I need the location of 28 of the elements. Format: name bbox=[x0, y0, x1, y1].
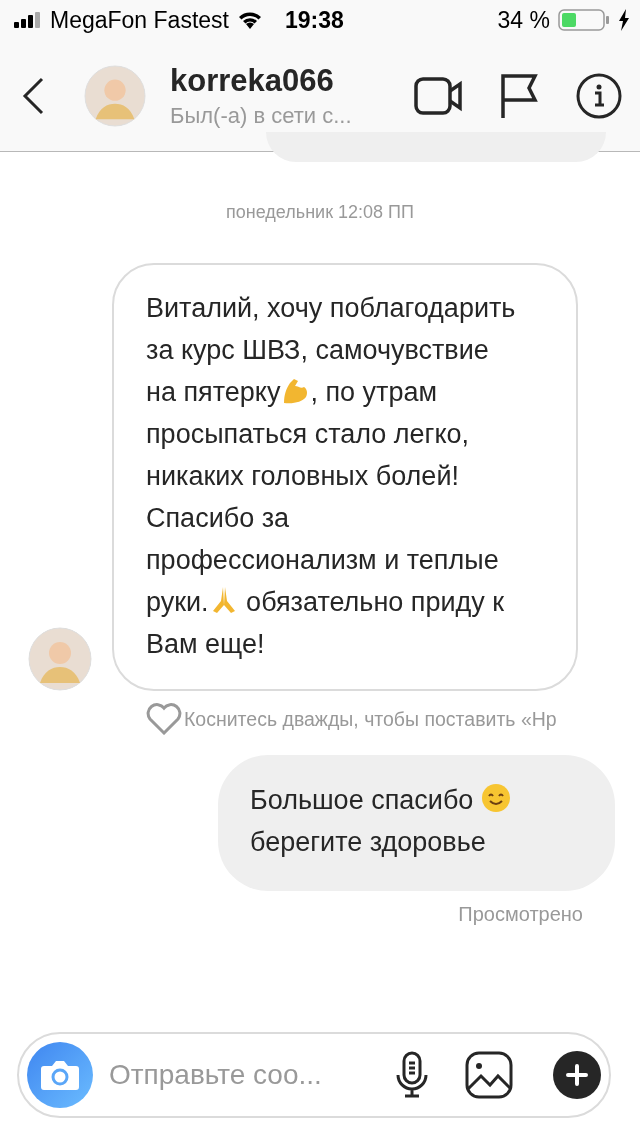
signal-icon bbox=[14, 12, 42, 28]
gallery-button[interactable] bbox=[465, 1051, 513, 1099]
back-button[interactable] bbox=[22, 75, 46, 116]
microphone-button[interactable] bbox=[395, 1051, 429, 1099]
camera-icon bbox=[40, 1058, 80, 1092]
smiling-face-icon bbox=[480, 783, 511, 813]
message-field[interactable]: Отправьте соо... bbox=[107, 1058, 381, 1092]
avatar-icon bbox=[28, 627, 92, 691]
camera-button[interactable] bbox=[27, 1042, 93, 1108]
avatar-icon bbox=[84, 64, 146, 127]
video-call-button[interactable] bbox=[414, 76, 464, 115]
received-message: Виталий, хочу поблагодарить за курс ШВЗ, самочувствие на пятерку , по утрам просыпаться стало легко, никаких головных болей! Спасибо за профессионализм и теплые руки. обязательно приду к Вам еще! bbox=[112, 263, 578, 691]
info-button[interactable] bbox=[576, 72, 622, 119]
flag-button[interactable] bbox=[500, 72, 538, 119]
heart-icon[interactable] bbox=[146, 703, 182, 735]
add-button[interactable] bbox=[553, 1051, 601, 1099]
clock-time: 19:38 bbox=[284, 6, 345, 34]
message-timestamp: понедельник 12:08 ПП bbox=[226, 202, 414, 223]
charging-bolt-icon bbox=[618, 9, 630, 31]
like-hint: Коснитесь дважды, чтобы поставить «Нр bbox=[184, 707, 557, 731]
plus-icon bbox=[566, 1064, 588, 1086]
battery-icon bbox=[558, 9, 610, 31]
last-seen-status: Был(-а) в сети с... bbox=[170, 102, 353, 129]
battery-percent: 34 % bbox=[497, 6, 550, 34]
username: korreka066 bbox=[170, 62, 335, 99]
seen-receipt: Просмотрено bbox=[458, 903, 583, 926]
carrier-name: MegaFon Fastest bbox=[50, 6, 229, 34]
sent-message: Большое спасибо берегите здоровье bbox=[218, 755, 615, 891]
